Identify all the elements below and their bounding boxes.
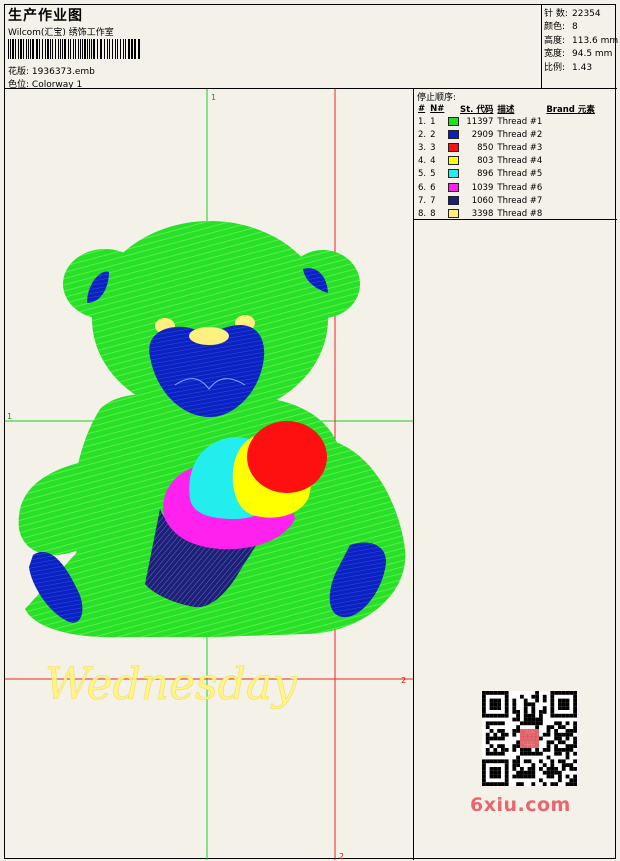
thread-swatch [446, 168, 461, 181]
thread-index: 2. [418, 129, 427, 140]
col-stitches: St. 代码 [459, 104, 494, 115]
thread-number: 6 [430, 182, 436, 193]
thread-number: 7 [430, 195, 436, 206]
thread-table-header: # N# St. 代码 描述 Brand 元素 [416, 102, 597, 115]
thread-swatch [446, 194, 461, 207]
thread-sequence: 停止顺序: # N# St. 代码 描述 Brand 元素 1. 1 11397 Th… [414, 89, 617, 220]
thread-swatch [446, 128, 461, 141]
thread-table: # N# St. 代码 描述 Brand 元素 1. 1 11397 Thread #… [416, 102, 597, 221]
file-line: 花版: 1936373.emb [8, 64, 95, 77]
design-preview: Wednesday 1 1 2 2 [5, 89, 414, 860]
thread-row: 5. 5 896 Thread #5 [416, 168, 597, 181]
col-brand: Brand 元素 [546, 104, 595, 115]
thread-row: 7. 7 1060 Thread #7 [416, 194, 597, 207]
thread-description: Thread #1 [497, 116, 543, 127]
header-info: 生产作业图 Wilcom(汇宝) 绣饰工作室 花版: 1936373.emb 色… [5, 5, 542, 90]
thread-swatch [446, 181, 461, 194]
thread-index: 6. [418, 182, 427, 193]
thread-swatch [446, 115, 461, 128]
thread-stitches: 850 [477, 142, 494, 153]
thread-stitches: 1060 [471, 195, 494, 206]
qr-code-icon [482, 691, 577, 786]
thread-description: Thread #5 [497, 169, 543, 180]
thread-row: 8. 8 3398 Thread #8 [416, 207, 597, 220]
file-name: 1936373.emb [31, 67, 95, 77]
barcode-icon [8, 39, 140, 59]
teddy-bear-embroidery: Wednesday 1 1 2 2 [5, 89, 413, 860]
thread-number: 2 [430, 129, 436, 140]
thread-number: 8 [430, 208, 436, 219]
thread-description: Thread #4 [497, 156, 543, 167]
thread-index: 4. [418, 156, 427, 167]
thread-description: Thread #8 [497, 208, 543, 219]
guide-label-left: 1 [7, 412, 12, 421]
thread-index: 8. [418, 208, 427, 219]
document-title: 生产作业图 [8, 8, 83, 24]
guide-label-top: 1 [211, 93, 216, 102]
thread-row: 2. 2 2909 Thread #2 [416, 128, 597, 141]
stat-height: 高度: 113.6 mm [544, 36, 619, 46]
stat-ratio: 比例: 1.43 [544, 63, 593, 73]
guide-label-right: 2 [401, 676, 406, 685]
thread-row: 4. 4 803 Thread #4 [416, 155, 597, 168]
col-index: # [418, 103, 426, 114]
col-description: 描述 [497, 104, 515, 115]
thread-stitches: 1039 [471, 182, 494, 193]
thread-stitches: 2909 [471, 129, 494, 140]
thread-stitches: 803 [477, 156, 494, 167]
wednesday-lettering: Wednesday [45, 659, 298, 710]
file-label: 花版: [8, 67, 30, 77]
thread-description: Thread #3 [497, 142, 543, 153]
thread-row: 1. 1 11397 Thread #1 [416, 115, 597, 128]
production-sheet: 生产作业图 Wilcom(汇宝) 绣饰工作室 花版: 1936373.emb 色… [4, 4, 619, 860]
thread-description: Thread #7 [497, 195, 543, 206]
stat-stitches: 针 数: 22354 [544, 9, 601, 19]
thread-index: 3. [418, 142, 427, 153]
thread-index: 5. [418, 169, 427, 180]
thread-description: Thread #6 [497, 182, 543, 193]
thread-row: 6. 6 1039 Thread #6 [416, 181, 597, 194]
watermark-logo: 6xiu.com [470, 794, 571, 816]
thread-index: 7. [418, 195, 427, 206]
thread-number: 4 [430, 156, 436, 167]
thread-number: 1 [430, 116, 436, 127]
bear-figure [18, 221, 406, 638]
stat-width: 宽度: 94.5 mm [544, 49, 613, 59]
thread-stitches: 896 [477, 169, 494, 180]
thread-stitches: 11397 [466, 116, 494, 127]
design-stats: 针 数: 22354 颜色: 8 高度: 113.6 mm 宽度: 94.5 mm 比例… [542, 5, 619, 89]
thread-swatch [446, 155, 461, 168]
thread-stitches: 3398 [471, 208, 494, 219]
stat-colors: 颜色: 8 [544, 22, 578, 32]
guide-label-bottom: 2 [339, 852, 344, 860]
thread-number: 3 [430, 142, 436, 153]
company-name: Wilcom(汇宝) 绣饰工作室 [8, 28, 114, 38]
col-number: N# [430, 103, 445, 114]
thread-index: 1. [418, 116, 427, 127]
thread-number: 5 [430, 169, 436, 180]
thread-description: Thread #2 [497, 129, 543, 140]
thread-swatch [446, 141, 461, 154]
thread-row: 3. 3 850 Thread #3 [416, 141, 597, 154]
thread-swatch [446, 207, 461, 220]
